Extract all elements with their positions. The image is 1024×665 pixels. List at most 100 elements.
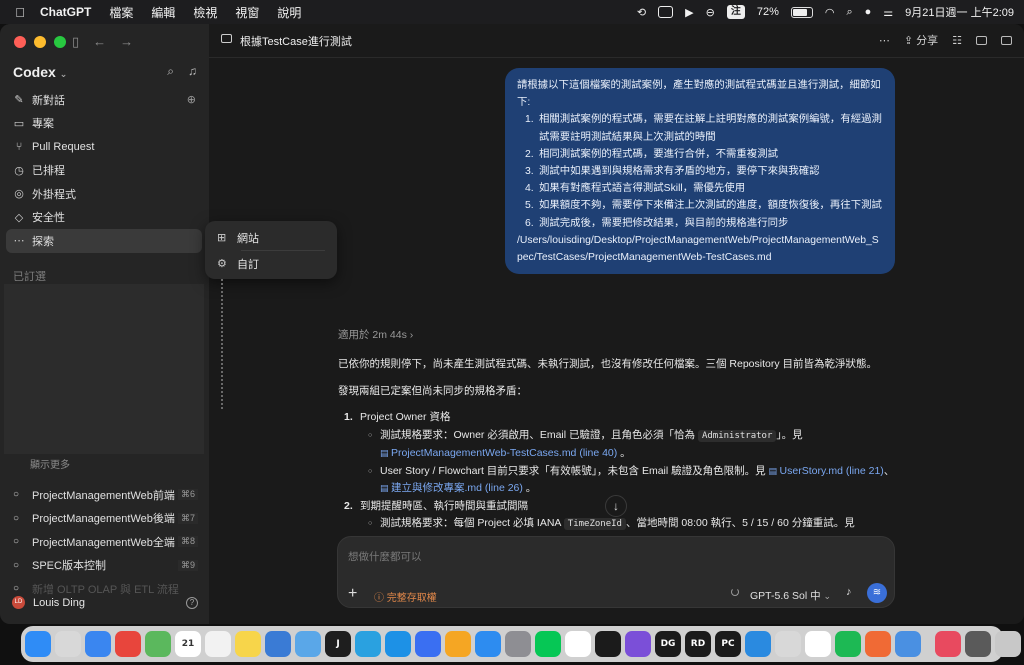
pycharm-icon[interactable]: PC	[715, 631, 741, 657]
file-link[interactable]: ProjectManagementWeb-TestCases.md (line …	[391, 447, 617, 459]
menu-app-name[interactable]: ChatGPT	[40, 5, 91, 19]
app-icon[interactable]	[415, 631, 441, 657]
thread-item[interactable]: ○ ProjectManagementWeb後端 ⌘7	[6, 507, 202, 531]
launchpad-icon[interactable]	[55, 631, 81, 657]
forward-icon[interactable]: →	[120, 34, 133, 50]
jetbrains-icon[interactable]: J	[325, 631, 351, 657]
code-icon[interactable]	[565, 631, 591, 657]
lock-icon[interactable]: ⊖	[706, 6, 715, 19]
chatgpt-icon[interactable]	[805, 631, 831, 657]
line-icon[interactable]	[535, 631, 561, 657]
search-icon[interactable]: ⌕	[846, 6, 852, 19]
search-icon[interactable]: ⌕	[167, 64, 174, 79]
keyboard-icon[interactable]	[658, 6, 674, 18]
downloads-icon[interactable]	[965, 631, 991, 657]
thread-item[interactable]: ○ ProjectManagementWeb前端 ⌘6	[6, 483, 202, 507]
message-input[interactable]: 想做什麼都可以	[348, 549, 422, 564]
finder-icon[interactable]	[25, 631, 51, 657]
sidebar: ▯ ← → Codex ⌄ ⌕ ♫ ✎ 新對話 ⊕ ▭ 專案 ⑂ Pull Request ◷…	[0, 24, 209, 624]
share-label: 分享	[916, 35, 939, 47]
chrome-icon[interactable]	[115, 631, 141, 657]
rider-icon[interactable]: RD	[685, 631, 711, 657]
sidebar-item-2[interactable]: ⑂ Pull Request	[6, 135, 202, 159]
sidebar-item-1[interactable]: ▭ 專案	[6, 112, 202, 136]
status-icon[interactable]: ⟲	[637, 6, 646, 19]
sidebar-item-6[interactable]: ⋯ 探索	[6, 229, 202, 253]
input-method-indicator[interactable]: 注	[726, 5, 745, 19]
menu-edit[interactable]: 編輯	[151, 4, 175, 21]
sidebar-item-0[interactable]: ✎ 新對話 ⊕	[6, 88, 202, 112]
permission-selector[interactable]: ⓘ 完整存取權	[374, 589, 437, 604]
datagrip-icon[interactable]: DG	[655, 631, 681, 657]
sidebar-toggle-icon[interactable]: ▯	[72, 34, 79, 50]
show-more-link[interactable]: 顯示更多	[30, 456, 70, 471]
spotify-icon[interactable]	[835, 631, 861, 657]
thread-item[interactable]: ○ ProjectManagementWeb全端 ⌘8	[6, 530, 202, 554]
maps-icon[interactable]	[145, 631, 171, 657]
terminal-icon[interactable]	[595, 631, 621, 657]
popup-item-1[interactable]: ⚙ 自訂	[211, 251, 331, 276]
more-options-icon[interactable]: ⋯	[879, 34, 890, 47]
dots-icon[interactable]	[205, 631, 231, 657]
brush-icon[interactable]	[865, 631, 891, 657]
thread-item[interactable]: ○ SPEC版本控制 ⌘9	[6, 554, 202, 578]
preview-icon[interactable]	[775, 631, 801, 657]
home-icon[interactable]	[295, 631, 321, 657]
vscode-icon[interactable]	[745, 631, 771, 657]
pencil-icon[interactable]	[445, 631, 471, 657]
mail-icon[interactable]	[85, 631, 111, 657]
minimize-button[interactable]	[34, 36, 46, 48]
file-link[interactable]: UserStory.md (line 21)	[780, 465, 884, 477]
wifi-icon[interactable]: ◠	[825, 6, 835, 19]
file-link[interactable]: 建立與修改專案.md (line 26)	[391, 482, 523, 494]
chat-bubble-icon: ○	[13, 583, 20, 595]
control-center-icon[interactable]: ⚌	[883, 6, 893, 19]
share-button[interactable]: ⇪ 分享	[904, 32, 938, 48]
trash-icon[interactable]	[995, 631, 1021, 657]
menu-file[interactable]: 檔案	[109, 4, 133, 21]
zoom-button[interactable]	[54, 36, 66, 48]
settings-icon[interactable]	[505, 631, 531, 657]
more-icon: ⋯	[13, 235, 25, 248]
freeform-icon[interactable]	[265, 631, 291, 657]
add-attachment-button[interactable]: +	[348, 585, 357, 603]
sidebar-item-4[interactable]: ◎ 外掛程式	[6, 182, 202, 206]
brand-switcher[interactable]: Codex ⌄	[13, 64, 67, 80]
calendar-icon[interactable]: 21	[175, 631, 201, 657]
folder-icon: ▭	[13, 117, 25, 130]
user-icon[interactable]: ●	[865, 6, 872, 18]
sidebar-item-3[interactable]: ◷ 已排程	[6, 159, 202, 183]
battery-icon[interactable]	[790, 6, 813, 18]
popup-item-0[interactable]: ⊞ 網站	[211, 225, 331, 250]
storage-icon[interactable]	[895, 631, 921, 657]
bell-icon[interactable]: ♫	[188, 64, 197, 79]
back-icon[interactable]: ←	[93, 34, 106, 50]
docker-icon[interactable]	[385, 631, 411, 657]
play-icon[interactable]: ▶	[685, 6, 693, 19]
chat-bubble-icon: ○	[13, 536, 20, 548]
notes-icon[interactable]	[235, 631, 261, 657]
telegram-icon[interactable]	[355, 631, 381, 657]
scroll-down-button[interactable]: ↓	[605, 495, 627, 517]
appstore-icon[interactable]	[475, 631, 501, 657]
menu-view[interactable]: 檢視	[193, 4, 217, 21]
user-profile[interactable]: LD Louis Ding ?	[12, 596, 198, 609]
voice-send-button[interactable]: ≋	[867, 583, 887, 603]
apple-icon[interactable]: 	[6, 5, 34, 20]
xcode-icon[interactable]	[935, 631, 961, 657]
close-button[interactable]	[14, 36, 26, 48]
elapsed-indicator[interactable]: 適用於 2m 44s ›	[338, 327, 413, 342]
microphone-icon[interactable]: ♪	[846, 586, 852, 598]
menu-window[interactable]: 視窗	[235, 4, 259, 21]
obsidian-icon[interactable]	[625, 631, 651, 657]
datetime[interactable]: 9月21日週一 上午2:09	[905, 4, 1014, 20]
menu-help[interactable]: 說明	[277, 4, 301, 21]
add-icon[interactable]: ⊕	[187, 93, 196, 106]
model-selector[interactable]: GPT-5.6 Sol 中 ⌄	[750, 588, 831, 603]
panel-toggle-icon[interactable]	[1001, 35, 1012, 45]
terminal-toggle-icon[interactable]	[976, 35, 987, 45]
checklist-icon[interactable]: ☷	[952, 34, 962, 47]
user-message-item: 5. 如果額度不夠，需要停下來備注上次測試的進度，額度恢復後，再往下測試	[525, 197, 883, 214]
help-icon[interactable]: ?	[186, 596, 198, 609]
sidebar-item-5[interactable]: ◇ 安全性	[6, 206, 202, 230]
